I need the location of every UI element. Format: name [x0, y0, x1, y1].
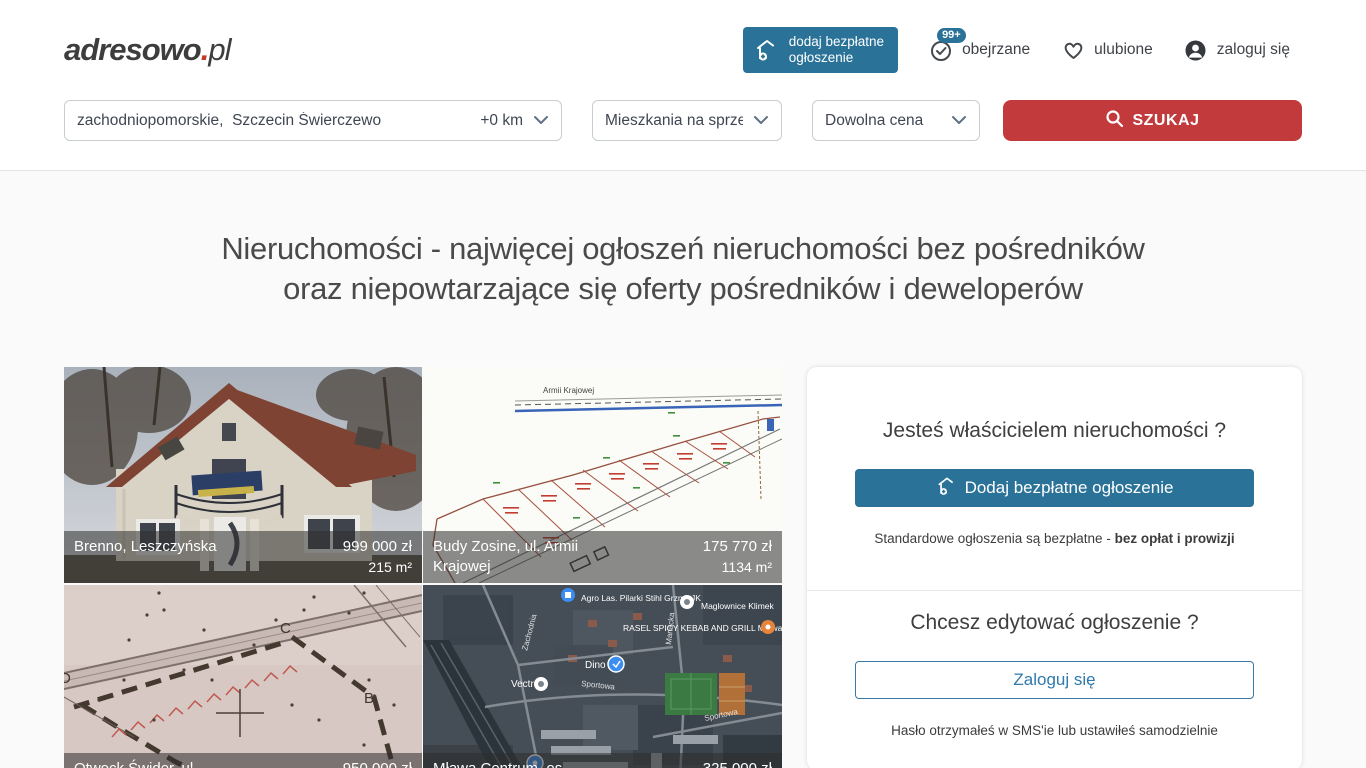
chevron-down-icon	[951, 112, 967, 130]
survey-mark: D	[64, 670, 71, 687]
listing-photo-satellite-map: Zachodnia Mariacka Sportowa Sportowa Agr…	[423, 585, 782, 768]
page-title-line1: Nieruchomości - najwięcej ogłoszeń nieru…	[0, 229, 1366, 269]
poi-label: Maglownice Klimek	[701, 601, 774, 611]
listing-area: 215 m²	[343, 557, 412, 577]
page-title-line2: oraz niepowtarzające się oferty pośredni…	[0, 269, 1366, 309]
plot-road-label: Armii Krajowej	[543, 386, 594, 395]
logo[interactable]: adresowo.pl	[64, 32, 230, 68]
add-listing-button[interactable]: dodaj bezpłatne ogłoszenie	[743, 27, 898, 73]
listing-info-bar: Budy Zosine, ul. Armii Krajowej 175 770 …	[423, 531, 782, 583]
chevron-down-icon	[533, 112, 549, 130]
main-content: Nieruchomości - najwięcej ogłoszeń nieru…	[0, 171, 1366, 768]
house-plus-icon	[936, 475, 958, 502]
search-icon	[1105, 109, 1124, 133]
listing-price: 175 770 zł	[703, 537, 772, 557]
listing-area: 1134 m²	[703, 557, 772, 577]
listing-card-mlawa[interactable]: Zachodnia Mariacka Sportowa Sportowa Agr…	[423, 585, 782, 768]
listing-name: Brenno, Leszczyńska	[74, 537, 217, 577]
logo-tld: pl	[208, 32, 230, 67]
nav-favorites[interactable]: ulubione	[1060, 37, 1153, 63]
category-select[interactable]: Mieszkania na sprzeda	[592, 100, 782, 141]
viewed-count-badge: 99+	[937, 28, 966, 43]
listing-info-bar: Mława Centrum, os 325 000 zł	[423, 753, 782, 768]
listing-card-budy-zosine[interactable]: Armii Krajowej	[423, 367, 782, 583]
listing-name: Mława Centrum, os	[433, 759, 562, 768]
location-radius: +0 km	[480, 112, 523, 130]
user-icon	[1183, 37, 1209, 63]
listing-info-bar: Brenno, Leszczyńska 999 000 zł 215 m²	[64, 531, 422, 583]
price-select[interactable]: Dowolna cena	[812, 100, 980, 141]
search-button[interactable]: SZUKAJ	[1003, 100, 1302, 141]
search-button-label: SZUKAJ	[1132, 112, 1199, 130]
poi-label: Dino	[585, 660, 606, 671]
nav-login[interactable]: zaloguj się	[1183, 37, 1290, 63]
listing-price: 999 000 zł	[343, 537, 412, 557]
edit-card-note: Hasło otrzymałeś w SMS'ie lub ustawiłeś …	[855, 723, 1254, 738]
add-listing-label: dodaj bezpłatne ogłoszenie	[789, 34, 884, 66]
owner-card-note: Standardowe ogłoszenia są bezpłatne - be…	[855, 531, 1254, 546]
location-select[interactable]: zachodniopomorskie, Szczecin Świerczewo …	[64, 100, 562, 141]
owner-card: Jesteś właścicielem nieruchomości ? Doda…	[807, 367, 1302, 591]
header: adresowo.pl dodaj bezpłatne ogłoszenie	[0, 0, 1366, 100]
chevron-down-icon	[753, 112, 769, 130]
owner-card-title: Jesteś właścicielem nieruchomości ?	[855, 419, 1254, 443]
nav-viewed[interactable]: 99+ obejrzane	[928, 37, 1030, 63]
nav-favorites-label: ulubione	[1094, 41, 1153, 59]
listing-info-bar: Otwock Świder, ul. 950 000 zł	[64, 753, 422, 768]
listing-name: Budy Zosine, ul. Armii Krajowej	[433, 537, 623, 577]
nav-viewed-label: obejrzane	[962, 41, 1030, 59]
survey-mark: C	[280, 620, 291, 637]
listing-name: Otwock Świder, ul.	[74, 759, 197, 768]
add-free-listing-button[interactable]: Dodaj bezpłatne ogłoszenie	[855, 469, 1254, 507]
location-value: zachodniopomorskie, Szczecin Świerczewo	[77, 112, 472, 130]
price-value: Dowolna cena	[825, 112, 941, 130]
heart-icon	[1060, 37, 1086, 63]
page-title: Nieruchomości - najwięcej ogłoszeń nieru…	[0, 171, 1366, 309]
check-circle-icon: 99+	[928, 37, 954, 63]
header-actions: dodaj bezpłatne ogłoszenie 99+ obejrzane…	[743, 27, 1290, 73]
add-free-listing-label: Dodaj bezpłatne ogłoszenie	[965, 478, 1174, 498]
listing-price: 950 000 zł	[343, 759, 412, 768]
edit-card-title: Chcesz edytować ogłoszenie ?	[855, 611, 1254, 635]
search-bar: zachodniopomorskie, Szczecin Świerczewo …	[0, 100, 1366, 171]
category-value: Mieszkania na sprzeda	[605, 112, 743, 130]
logo-text: adresowo	[64, 32, 201, 67]
listing-card-otwock[interactable]: C B D Otwock	[64, 585, 422, 768]
edit-card: Chcesz edytować ogłoszenie ? Zaloguj się…	[807, 591, 1302, 768]
house-plus-icon	[754, 37, 780, 63]
poi-label: RASEL SPICY KEBAB AND GRILL Mława	[623, 623, 782, 633]
listings-grid: Brenno, Leszczyńska 999 000 zł 215 m² Ar…	[64, 367, 782, 768]
survey-mark: B	[364, 690, 374, 707]
nav-login-label: zaloguj się	[1217, 41, 1290, 59]
login-button[interactable]: Zaloguj się	[855, 661, 1254, 699]
sidebar: Jesteś właścicielem nieruchomości ? Doda…	[807, 367, 1302, 768]
listing-photo-survey-sketch: C B D	[64, 585, 422, 768]
listing-price: 325 000 zł	[703, 759, 772, 768]
listing-card-brenno[interactable]: Brenno, Leszczyńska 999 000 zł 215 m²	[64, 367, 422, 583]
